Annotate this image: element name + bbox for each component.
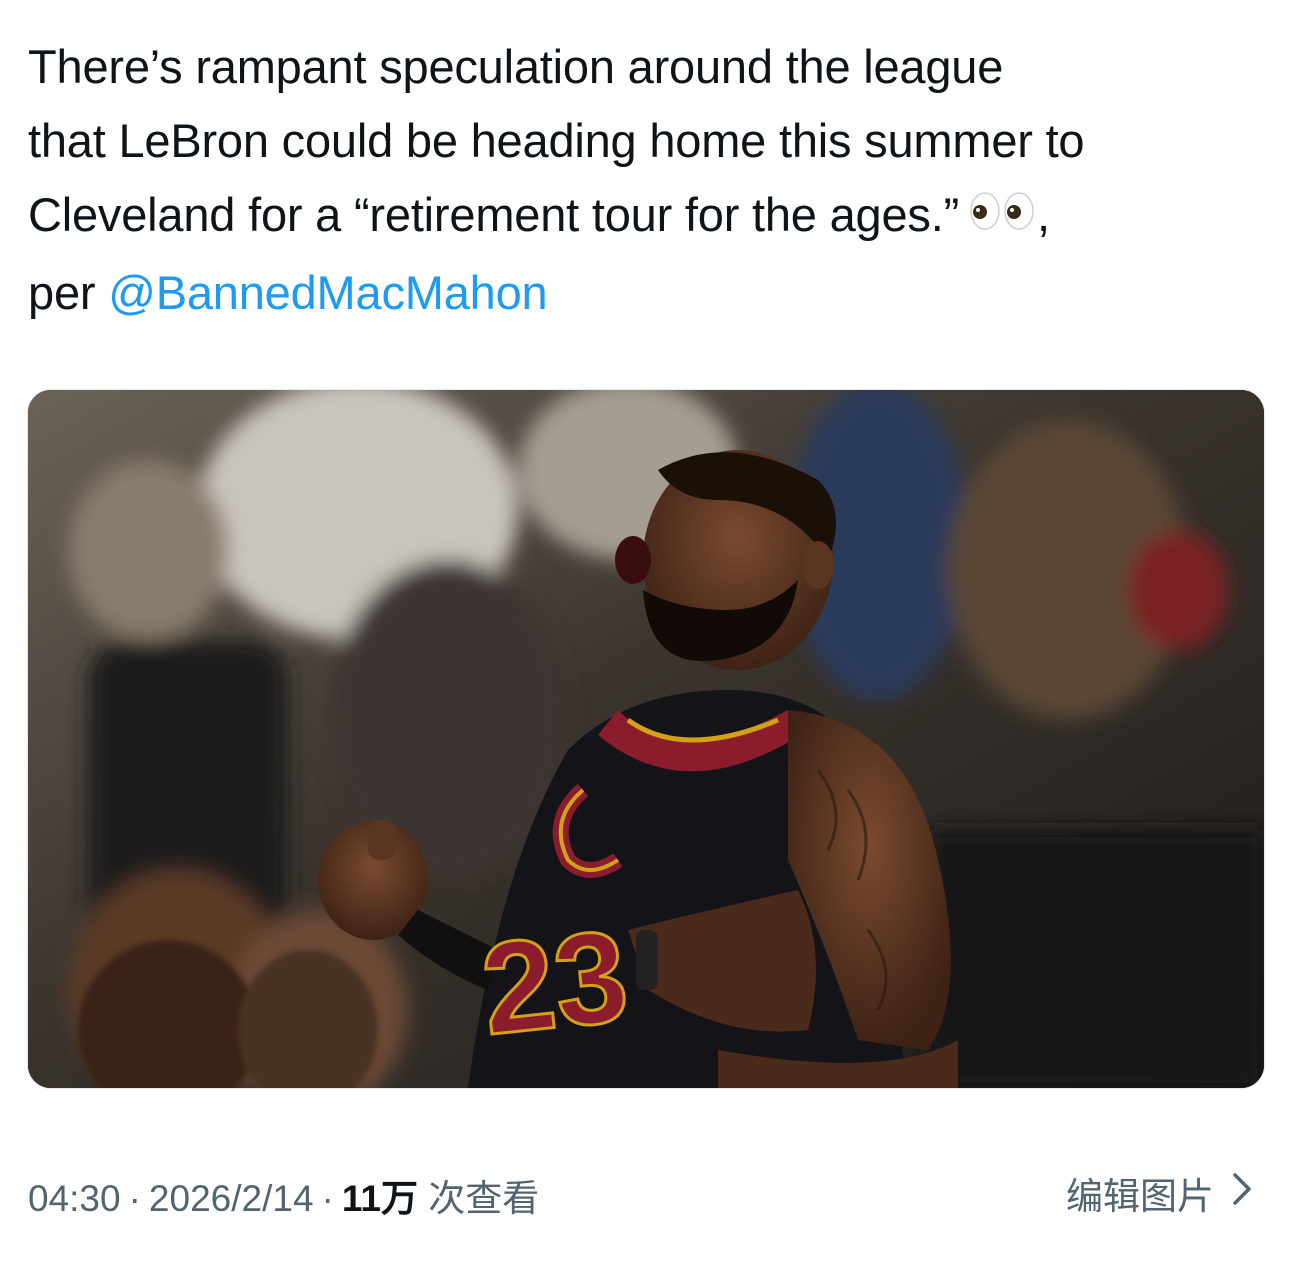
eyes-emoji-icon	[969, 178, 1035, 252]
chevron-right-icon	[1232, 1172, 1252, 1215]
mention-link[interactable]: @BannedMacMahon	[108, 266, 547, 319]
tweet-text: There’s rampant speculation around the l…	[28, 30, 1268, 330]
view-count: 11万	[341, 1178, 418, 1219]
tweet-line-3-comma: ,	[1037, 188, 1050, 241]
tweet-line-2: that LeBron could be heading home this s…	[28, 114, 1085, 167]
separator-dot: ·	[321, 1178, 334, 1219]
separator-dot: ·	[128, 1178, 141, 1219]
player-photo: 23	[28, 390, 1264, 1088]
tweet-line-4-text: per	[28, 265, 109, 319]
view-count-label: 次查看	[428, 1178, 540, 1219]
tweet-line-3: Cleveland for a “retirement tour for the…	[28, 178, 1268, 256]
edit-image-label: 编辑图片	[1066, 1176, 1214, 1217]
tweet-line-1: There’s rampant speculation around the l…	[28, 40, 1004, 93]
tweet-media-image[interactable]: 23	[27, 389, 1265, 1089]
tweet-line-4: per @BannedMacMahon	[28, 256, 1268, 330]
tweet-time: 04:30	[28, 1178, 121, 1219]
tweet-date: 2026/2/14	[148, 1178, 314, 1219]
edit-image-button[interactable]: 编辑图片	[1066, 1166, 1252, 1220]
jersey-number: 23	[475, 902, 634, 1062]
tweet-meta: 04:30 · 2026/2/14 · 11万 次查看	[28, 1168, 539, 1222]
tweet-line-3-text: Cleveland for a “retirement tour for the…	[28, 188, 960, 241]
